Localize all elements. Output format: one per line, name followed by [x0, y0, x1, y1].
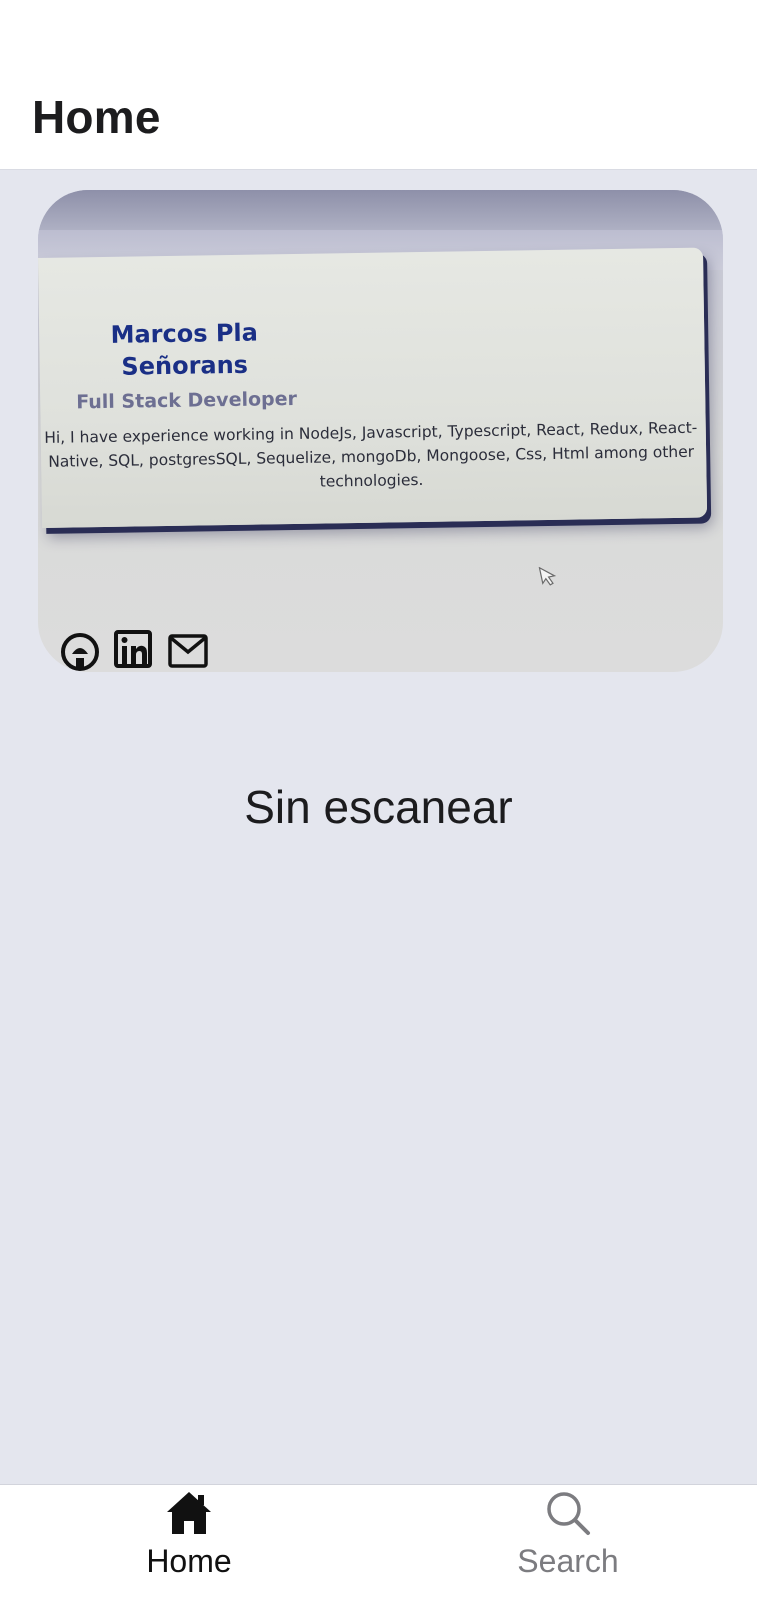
card-bio: Hi, I have experience working in NodeJs,…	[44, 418, 698, 491]
tab-home-label: Home	[146, 1543, 232, 1579]
card-name: Marcos Pla Señorans	[110, 318, 259, 381]
business-card: Marcos Pla Señorans Full Stack Developer…	[38, 247, 708, 528]
social-icons	[60, 628, 208, 672]
monitor-bezel	[38, 190, 723, 230]
search-icon	[544, 1489, 592, 1537]
scan-status: Sin escanear	[244, 781, 513, 833]
github-icon	[60, 628, 100, 672]
mouse-cursor-icon	[538, 564, 559, 595]
main-content: Marcos Pla Señorans Full Stack Developer…	[0, 170, 757, 1484]
bottom-tab-bar: Home Search	[0, 1484, 757, 1600]
card-role: Full Stack Developer	[76, 387, 298, 414]
home-icon	[165, 1489, 213, 1537]
tab-search[interactable]: Search	[379, 1485, 757, 1600]
app-header: Home	[0, 0, 757, 170]
tab-search-label: Search	[517, 1543, 619, 1579]
tab-home[interactable]: Home	[0, 1485, 378, 1600]
page-title: Home	[32, 91, 161, 143]
mail-icon	[168, 628, 208, 672]
camera-preview[interactable]: Marcos Pla Señorans Full Stack Developer…	[38, 190, 723, 672]
linkedin-icon	[114, 628, 154, 672]
